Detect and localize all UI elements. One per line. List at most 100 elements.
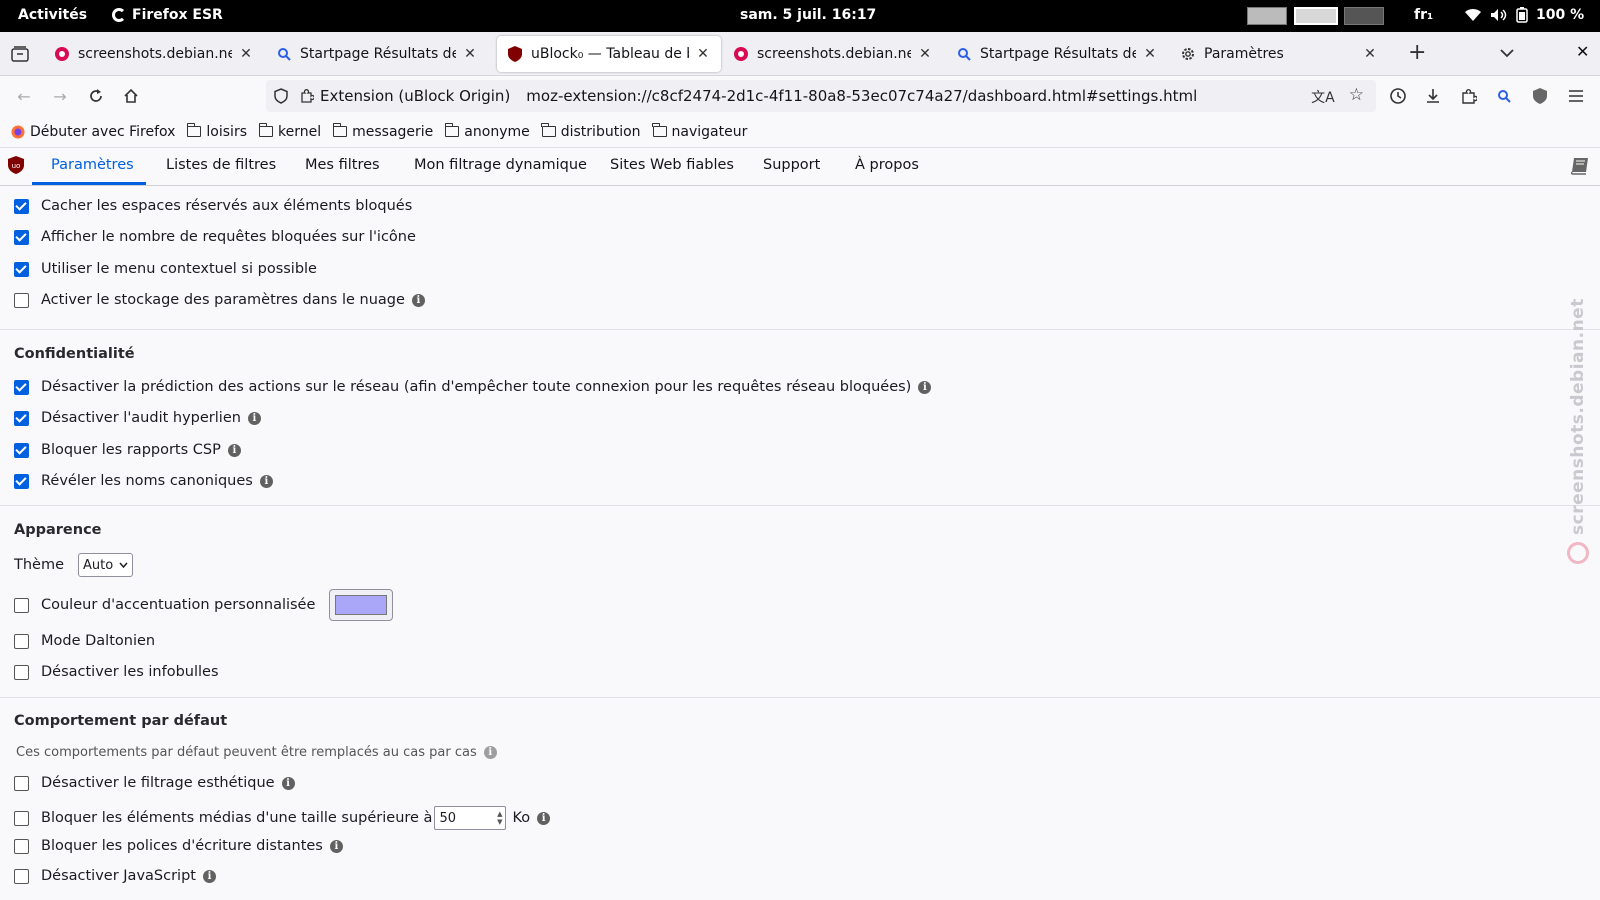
battery-level: 100 %: [1536, 7, 1585, 23]
info-icon[interactable]: i: [247, 411, 261, 425]
clock[interactable]: sam. 5 juil. 16:17: [740, 7, 876, 23]
setting-remote-fonts[interactable]: Bloquer les polices d'écriture distantes…: [14, 838, 343, 854]
checkbox[interactable]: [14, 261, 29, 277]
keyboard-layout[interactable]: fr₁: [1414, 7, 1433, 23]
info-icon[interactable]: i: [329, 839, 343, 853]
info-icon[interactable]: i: [259, 474, 273, 488]
checkbox[interactable]: [14, 442, 29, 458]
bookmark-star-icon[interactable]: ☆: [1349, 87, 1364, 107]
forward-arrow-icon[interactable]: →: [50, 86, 70, 106]
bookmark-folder-kernel[interactable]: kernel: [258, 123, 321, 140]
ublock-toolbar-icon[interactable]: [1530, 86, 1550, 106]
extension-identity[interactable]: Extension (uBlock Origin): [300, 87, 526, 105]
bookmark-folder-distribution[interactable]: distribution: [541, 123, 641, 140]
setting-hyperlink-auditing[interactable]: Désactiver l'audit hyperlien i: [14, 410, 261, 426]
tab-trusted-sites[interactable]: Sites Web fiables: [610, 157, 734, 173]
reload-icon[interactable]: [86, 86, 106, 106]
checkbox[interactable]: [14, 379, 29, 395]
setting-prefetching[interactable]: Désactiver la prédiction des actions sur…: [14, 379, 932, 395]
setting-cosmetic-filtering[interactable]: Désactiver le filtrage esthétique i: [14, 775, 295, 791]
close-icon[interactable]: ✕: [695, 46, 711, 62]
checkbox[interactable]: [14, 473, 29, 489]
setting-icon-badge[interactable]: Afficher le nombre de requêtes bloquées …: [14, 229, 416, 245]
extensions-icon[interactable]: [1459, 86, 1479, 106]
setting-accent-color[interactable]: Couleur d'accentuation personnalisée: [14, 589, 394, 621]
home-icon[interactable]: [121, 86, 141, 106]
system-menu[interactable]: 100 %: [1464, 7, 1584, 23]
spinner-arrows-icon[interactable]: ▲ ▼: [497, 810, 502, 826]
app-menu[interactable]: Firefox ESR: [112, 7, 223, 23]
checkbox[interactable]: [14, 410, 29, 426]
setting-context-menu[interactable]: Utiliser le menu contextuel si possible: [14, 261, 317, 277]
info-icon[interactable]: i: [537, 811, 551, 825]
activities-button[interactable]: Activités: [18, 7, 87, 23]
tab-support[interactable]: Support: [763, 157, 820, 173]
theme-select[interactable]: Auto: [78, 553, 134, 577]
checkbox[interactable]: [14, 868, 29, 884]
info-icon[interactable]: i: [227, 443, 241, 457]
info-icon[interactable]: i: [281, 776, 295, 790]
checkbox[interactable]: [14, 229, 29, 245]
workspace-3[interactable]: [1344, 7, 1384, 25]
workspace-2[interactable]: [1294, 7, 1338, 25]
tab-about[interactable]: À propos: [855, 157, 919, 173]
checkbox[interactable]: [14, 838, 29, 854]
setting-tooltips[interactable]: Désactiver les infobulles: [14, 664, 219, 680]
close-icon[interactable]: ✕: [1142, 46, 1158, 62]
bookmark-firefox[interactable]: Débuter avec Firefox: [11, 124, 175, 140]
close-icon[interactable]: ✕: [917, 46, 933, 62]
startpage-search-icon[interactable]: [1494, 86, 1514, 106]
setting-cname-uncloak[interactable]: Révéler les noms canoniques i: [14, 473, 273, 489]
close-icon[interactable]: ✕: [462, 46, 478, 62]
tab-dynamic-filtering[interactable]: Mon filtrage dynamique: [414, 157, 587, 173]
close-icon[interactable]: ✕: [238, 46, 254, 62]
checkbox[interactable]: [14, 198, 29, 214]
checkbox[interactable]: [14, 775, 29, 791]
url-bar[interactable]: Extension (uBlock Origin) moz-extension:…: [266, 80, 1376, 112]
translate-icon[interactable]: 文A: [1311, 87, 1335, 107]
workspace-1[interactable]: [1247, 7, 1287, 25]
setting-cloud-storage[interactable]: Activer le stockage des paramètres dans …: [14, 292, 425, 308]
checkbox[interactable]: [14, 633, 29, 649]
tab-screenshots-2[interactable]: screenshots.debian.net ✕: [723, 36, 943, 72]
media-size-input[interactable]: 50 ▲ ▼: [434, 806, 507, 830]
setting-csp-reports[interactable]: Bloquer les rapports CSP i: [14, 442, 241, 458]
info-icon[interactable]: i: [483, 746, 497, 759]
url-text[interactable]: moz-extension://c8cf2474-2d1c-4f11-80a8-…: [526, 87, 1197, 105]
bookmark-folder-loisirs[interactable]: loisirs: [186, 123, 247, 140]
info-icon[interactable]: i: [918, 380, 932, 394]
tab-startpage-1[interactable]: Startpage Résultats de la ✕: [266, 36, 488, 72]
bookmark-folder-anonyme[interactable]: anonyme: [444, 123, 530, 140]
new-tab-plus-icon[interactable]: +: [1408, 40, 1426, 65]
bookmark-folder-messagerie[interactable]: messagerie: [332, 123, 433, 140]
tab-list-icon[interactable]: [11, 46, 29, 62]
tab-settings[interactable]: Paramètres ✕: [1170, 36, 1388, 72]
setting-javascript[interactable]: Désactiver JavaScript i: [14, 868, 216, 884]
checkbox[interactable]: [14, 810, 29, 826]
checkbox[interactable]: [14, 664, 29, 680]
window-close-icon[interactable]: ✕: [1576, 42, 1589, 61]
info-icon[interactable]: i: [202, 869, 216, 883]
documentation-book-icon[interactable]: [1570, 157, 1590, 175]
tab-startpage-2[interactable]: Startpage Résultats de la ✕: [946, 36, 1168, 72]
info-icon[interactable]: i: [411, 293, 425, 307]
bookmark-folder-navigateur[interactable]: navigateur: [652, 123, 747, 140]
checkbox[interactable]: [14, 597, 29, 613]
tab-screenshots-1[interactable]: screenshots.debian.net ✕: [44, 36, 264, 72]
setting-large-media[interactable]: Bloquer les éléments médias d'une taille…: [14, 806, 551, 830]
downloads-icon[interactable]: [1423, 86, 1443, 106]
tab-parametres[interactable]: Paramètres: [51, 157, 134, 173]
tab-filter-lists[interactable]: Listes de filtres: [166, 157, 276, 173]
chevron-down-icon[interactable]: [1500, 48, 1514, 58]
close-icon[interactable]: ✕: [1362, 46, 1378, 62]
tracking-protection-shield-icon[interactable]: [274, 88, 288, 104]
checkbox[interactable]: [14, 292, 29, 308]
tab-my-filters[interactable]: Mes filtres: [305, 157, 380, 173]
tab-ublock-dashboard[interactable]: uBlock₀ — Tableau de bo ✕: [497, 36, 721, 72]
accent-color-picker[interactable]: [329, 589, 394, 621]
hamburger-menu-icon[interactable]: [1566, 86, 1586, 106]
setting-hide-placeholders[interactable]: Cacher les espaces réservés aux éléments…: [14, 198, 412, 214]
history-icon[interactable]: [1388, 86, 1408, 106]
back-arrow-icon[interactable]: ←: [14, 86, 34, 106]
setting-colorblind[interactable]: Mode Daltonien: [14, 633, 155, 649]
